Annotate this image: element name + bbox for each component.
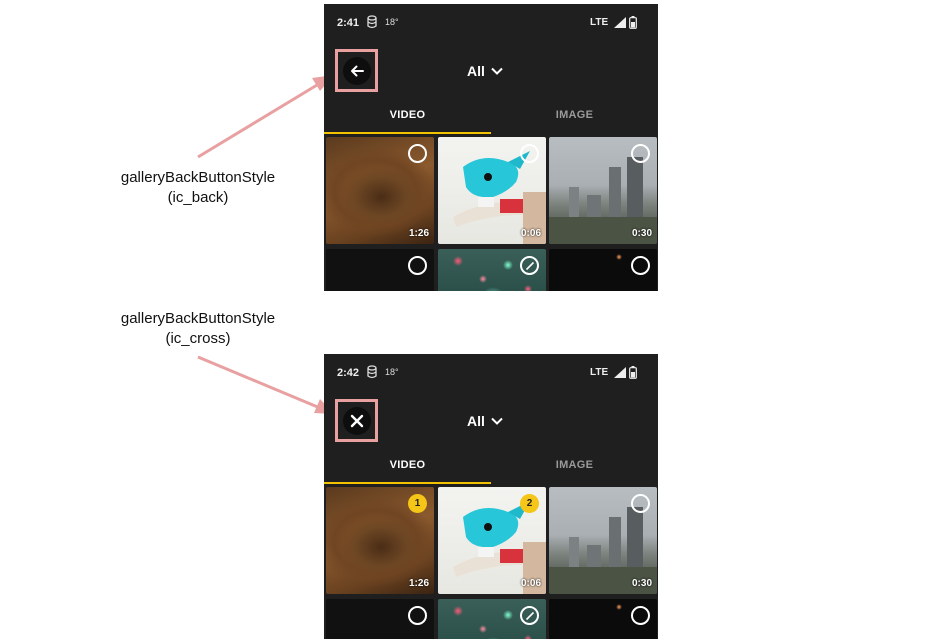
status-network: LTE	[590, 367, 609, 378]
media-tile[interactable]	[438, 599, 546, 639]
media-tile[interactable]: 0:30	[549, 137, 657, 244]
status-network: LTE	[590, 17, 609, 28]
annotation-cross-style: galleryBackButtonStyle (ic_cross)	[78, 309, 318, 349]
status-bar: 2:42 18° LTE	[324, 354, 658, 388]
media-tile[interactable]: 0:06	[438, 137, 546, 244]
media-grid: 1:26 0:06 0:30	[326, 137, 658, 291]
tab-image[interactable]: IMAGE	[491, 454, 658, 484]
back-button[interactable]	[335, 49, 378, 92]
media-tile[interactable]	[549, 249, 657, 291]
media-tile[interactable]: 2 0:06	[438, 487, 546, 594]
database-icon	[367, 365, 377, 379]
status-temperature: 18°	[385, 17, 399, 27]
annotation-icon-ref: (ic_cross)	[165, 330, 231, 347]
album-dropdown-label: All	[467, 63, 485, 79]
video-duration: 1:26	[408, 578, 429, 589]
annotation-style-name: galleryBackButtonStyle	[120, 310, 276, 327]
edit-button[interactable]	[520, 256, 539, 275]
video-duration: 0:06	[520, 578, 541, 589]
media-tile[interactable]	[549, 599, 657, 639]
status-bar: 2:41 18° LTE	[324, 4, 658, 38]
close-button[interactable]	[335, 399, 378, 442]
select-circle[interactable]	[520, 144, 539, 163]
album-dropdown[interactable]: All	[467, 61, 503, 81]
signal-icon	[614, 367, 626, 378]
video-duration: 0:06	[520, 228, 541, 239]
select-circle[interactable]	[408, 256, 427, 275]
status-time: 2:42	[337, 367, 360, 379]
select-circle[interactable]	[631, 256, 650, 275]
select-circle[interactable]	[408, 144, 427, 163]
select-circle[interactable]	[631, 144, 650, 163]
pencil-icon	[525, 611, 534, 620]
tab-image[interactable]: IMAGE	[491, 104, 658, 134]
media-tile[interactable]: 1 1:26	[326, 487, 434, 594]
selection-order-badge[interactable]: 1	[408, 494, 427, 513]
media-tile[interactable]: 0:30	[549, 487, 657, 594]
annotation-icon-ref: (ic_back)	[167, 189, 229, 206]
tab-video[interactable]: VIDEO	[324, 104, 491, 134]
battery-icon	[629, 16, 637, 29]
media-tile[interactable]: 1:26	[326, 137, 434, 244]
annotation-back-style: galleryBackButtonStyle (ic_back)	[78, 168, 318, 208]
chevron-down-icon	[491, 67, 503, 75]
media-grid: 1 1:26 2 0:06 0:30	[326, 487, 658, 639]
gallery-screen-cross: 2:42 18° LTE All VIDEO IMAGE 1 1:26 2 0:…	[324, 354, 658, 639]
video-duration: 0:30	[631, 228, 652, 239]
gallery-screen-back: 2:41 18° LTE All VIDEO IMAGE 1:26 0:06 0…	[324, 4, 658, 291]
media-tile[interactable]	[326, 599, 434, 639]
back-arrow-icon	[350, 65, 364, 76]
album-dropdown[interactable]: All	[467, 411, 503, 431]
annotation-style-name: galleryBackButtonStyle	[120, 169, 276, 186]
album-dropdown-label: All	[467, 413, 485, 429]
video-duration: 0:30	[631, 578, 652, 589]
signal-icon	[614, 17, 626, 28]
status-time: 2:41	[337, 17, 360, 29]
battery-icon	[629, 366, 637, 379]
edit-button[interactable]	[520, 606, 539, 625]
chevron-down-icon	[491, 417, 503, 425]
select-circle[interactable]	[631, 606, 650, 625]
database-icon	[367, 15, 377, 29]
media-tile[interactable]	[438, 249, 546, 291]
cross-icon	[350, 414, 363, 427]
media-tile[interactable]	[326, 249, 434, 291]
pencil-icon	[525, 261, 534, 270]
select-circle[interactable]	[631, 494, 650, 513]
video-duration: 1:26	[408, 228, 429, 239]
status-temperature: 18°	[385, 367, 399, 377]
selection-order-badge[interactable]: 2	[520, 494, 539, 513]
select-circle[interactable]	[408, 606, 427, 625]
tab-video[interactable]: VIDEO	[324, 454, 491, 484]
